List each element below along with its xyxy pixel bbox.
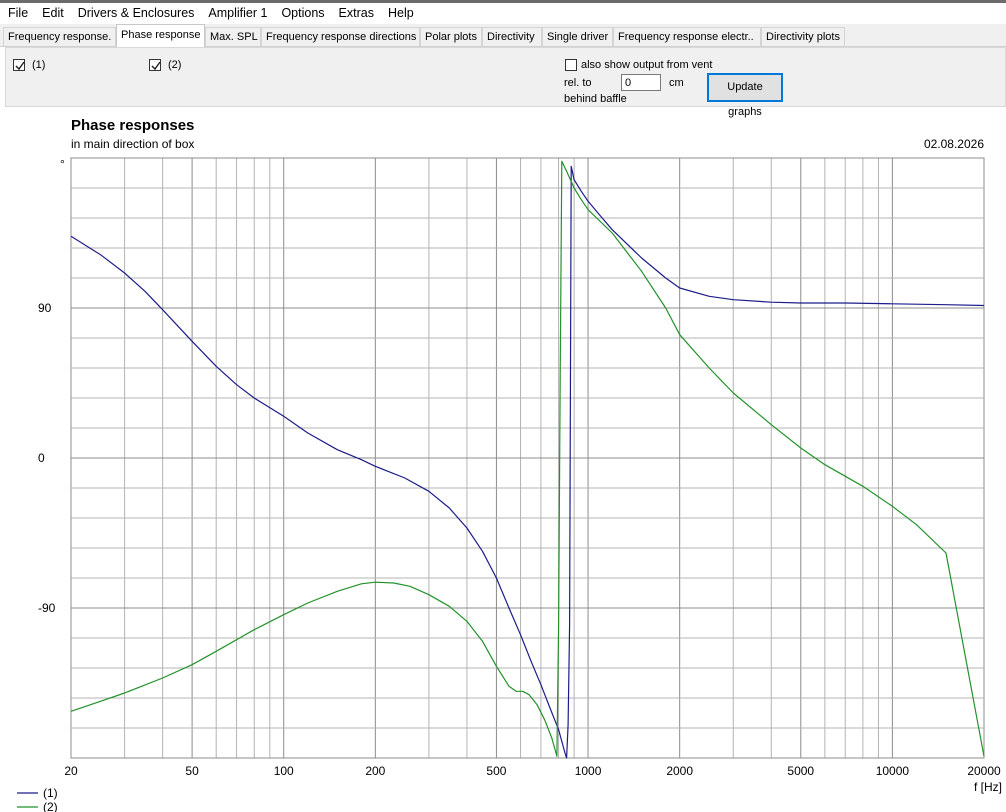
x-tick-label: 500 (486, 764, 506, 778)
tab-directivity[interactable]: Directivity (482, 27, 542, 46)
vent-output-checkbox[interactable] (565, 59, 577, 71)
y-tick-label: -90 (38, 601, 56, 615)
menu-amplifier[interactable]: Amplifier 1 (201, 3, 274, 24)
x-tick-label: 20 (64, 764, 78, 778)
tab-frequency-response[interactable]: Frequency response. (3, 27, 116, 46)
series2-checkbox[interactable] (149, 59, 161, 71)
menu-help[interactable]: Help (381, 3, 421, 24)
behind-baffle-label: behind baffle (564, 93, 627, 105)
x-tick-label: 10000 (876, 764, 910, 778)
update-graphs-button[interactable]: Update graphs (707, 73, 783, 118)
tab-frequency-response-electrical[interactable]: Frequency response electr.. (613, 27, 761, 46)
chart-title: Phase responses (71, 117, 194, 134)
y-tick-label: 90 (38, 301, 52, 315)
x-tick-label: 200 (365, 764, 385, 778)
menu-options[interactable]: Options (274, 3, 331, 24)
series2-checkbox-label: (2) (168, 59, 182, 71)
series1-checkbox-label: (1) (32, 59, 46, 71)
vent-output-label: also show output from vent (581, 59, 713, 71)
tab-single-driver[interactable]: Single driver (542, 27, 613, 46)
tab-bar: Frequency response. Phase response Max. … (0, 24, 1006, 47)
legend-label-2: (2) (43, 800, 58, 812)
unit-label: cm (669, 77, 684, 89)
x-tick-label: 1000 (575, 764, 602, 778)
x-tick-label: 100 (274, 764, 294, 778)
controls-panel: (1) (2) also show output from vent rel. … (5, 47, 1006, 118)
menu-bar: File Edit Drivers & Enclosures Amplifier… (0, 3, 1006, 24)
x-tick-label: 50 (185, 764, 199, 778)
legend-label-1: (1) (43, 786, 58, 800)
rel-to-label: rel. to (564, 77, 592, 89)
tab-max-spl[interactable]: Max. SPL (205, 27, 261, 46)
y-tick-label: 0 (38, 451, 45, 465)
tab-polar-plots[interactable]: Polar plots (420, 27, 482, 46)
chart-grid (70, 157, 985, 759)
menu-file[interactable]: File (0, 3, 35, 24)
checkmark-icon (15, 61, 25, 71)
checkmark-icon (151, 61, 161, 71)
phase-chart: Phase responses in main direction of box 0… (17, 117, 1002, 812)
chart-subtitle: in main direction of box (71, 137, 194, 151)
chart-area: Phase responses in main direction of box 0… (0, 108, 1006, 812)
y-unit-label: ° (60, 157, 65, 171)
menu-drivers-enclosures[interactable]: Drivers & Enclosures (71, 3, 202, 24)
chart-date: 02.08.2026 (924, 137, 984, 151)
tab-phase-response[interactable]: Phase response (116, 24, 205, 47)
x-tick-label: 2000 (666, 764, 693, 778)
menu-edit[interactable]: Edit (35, 3, 71, 24)
offset-input[interactable] (621, 74, 661, 91)
menu-extras[interactable]: Extras (332, 3, 381, 24)
x-tick-label: 20000 (967, 764, 1001, 778)
x-axis-label: f [Hz] (974, 780, 1002, 794)
series1-checkbox[interactable] (13, 59, 25, 71)
tab-frequency-response-directions[interactable]: Frequency response directions (261, 27, 420, 46)
x-tick-label: 5000 (787, 764, 814, 778)
tab-directivity-plots[interactable]: Directivity plots (761, 27, 845, 46)
